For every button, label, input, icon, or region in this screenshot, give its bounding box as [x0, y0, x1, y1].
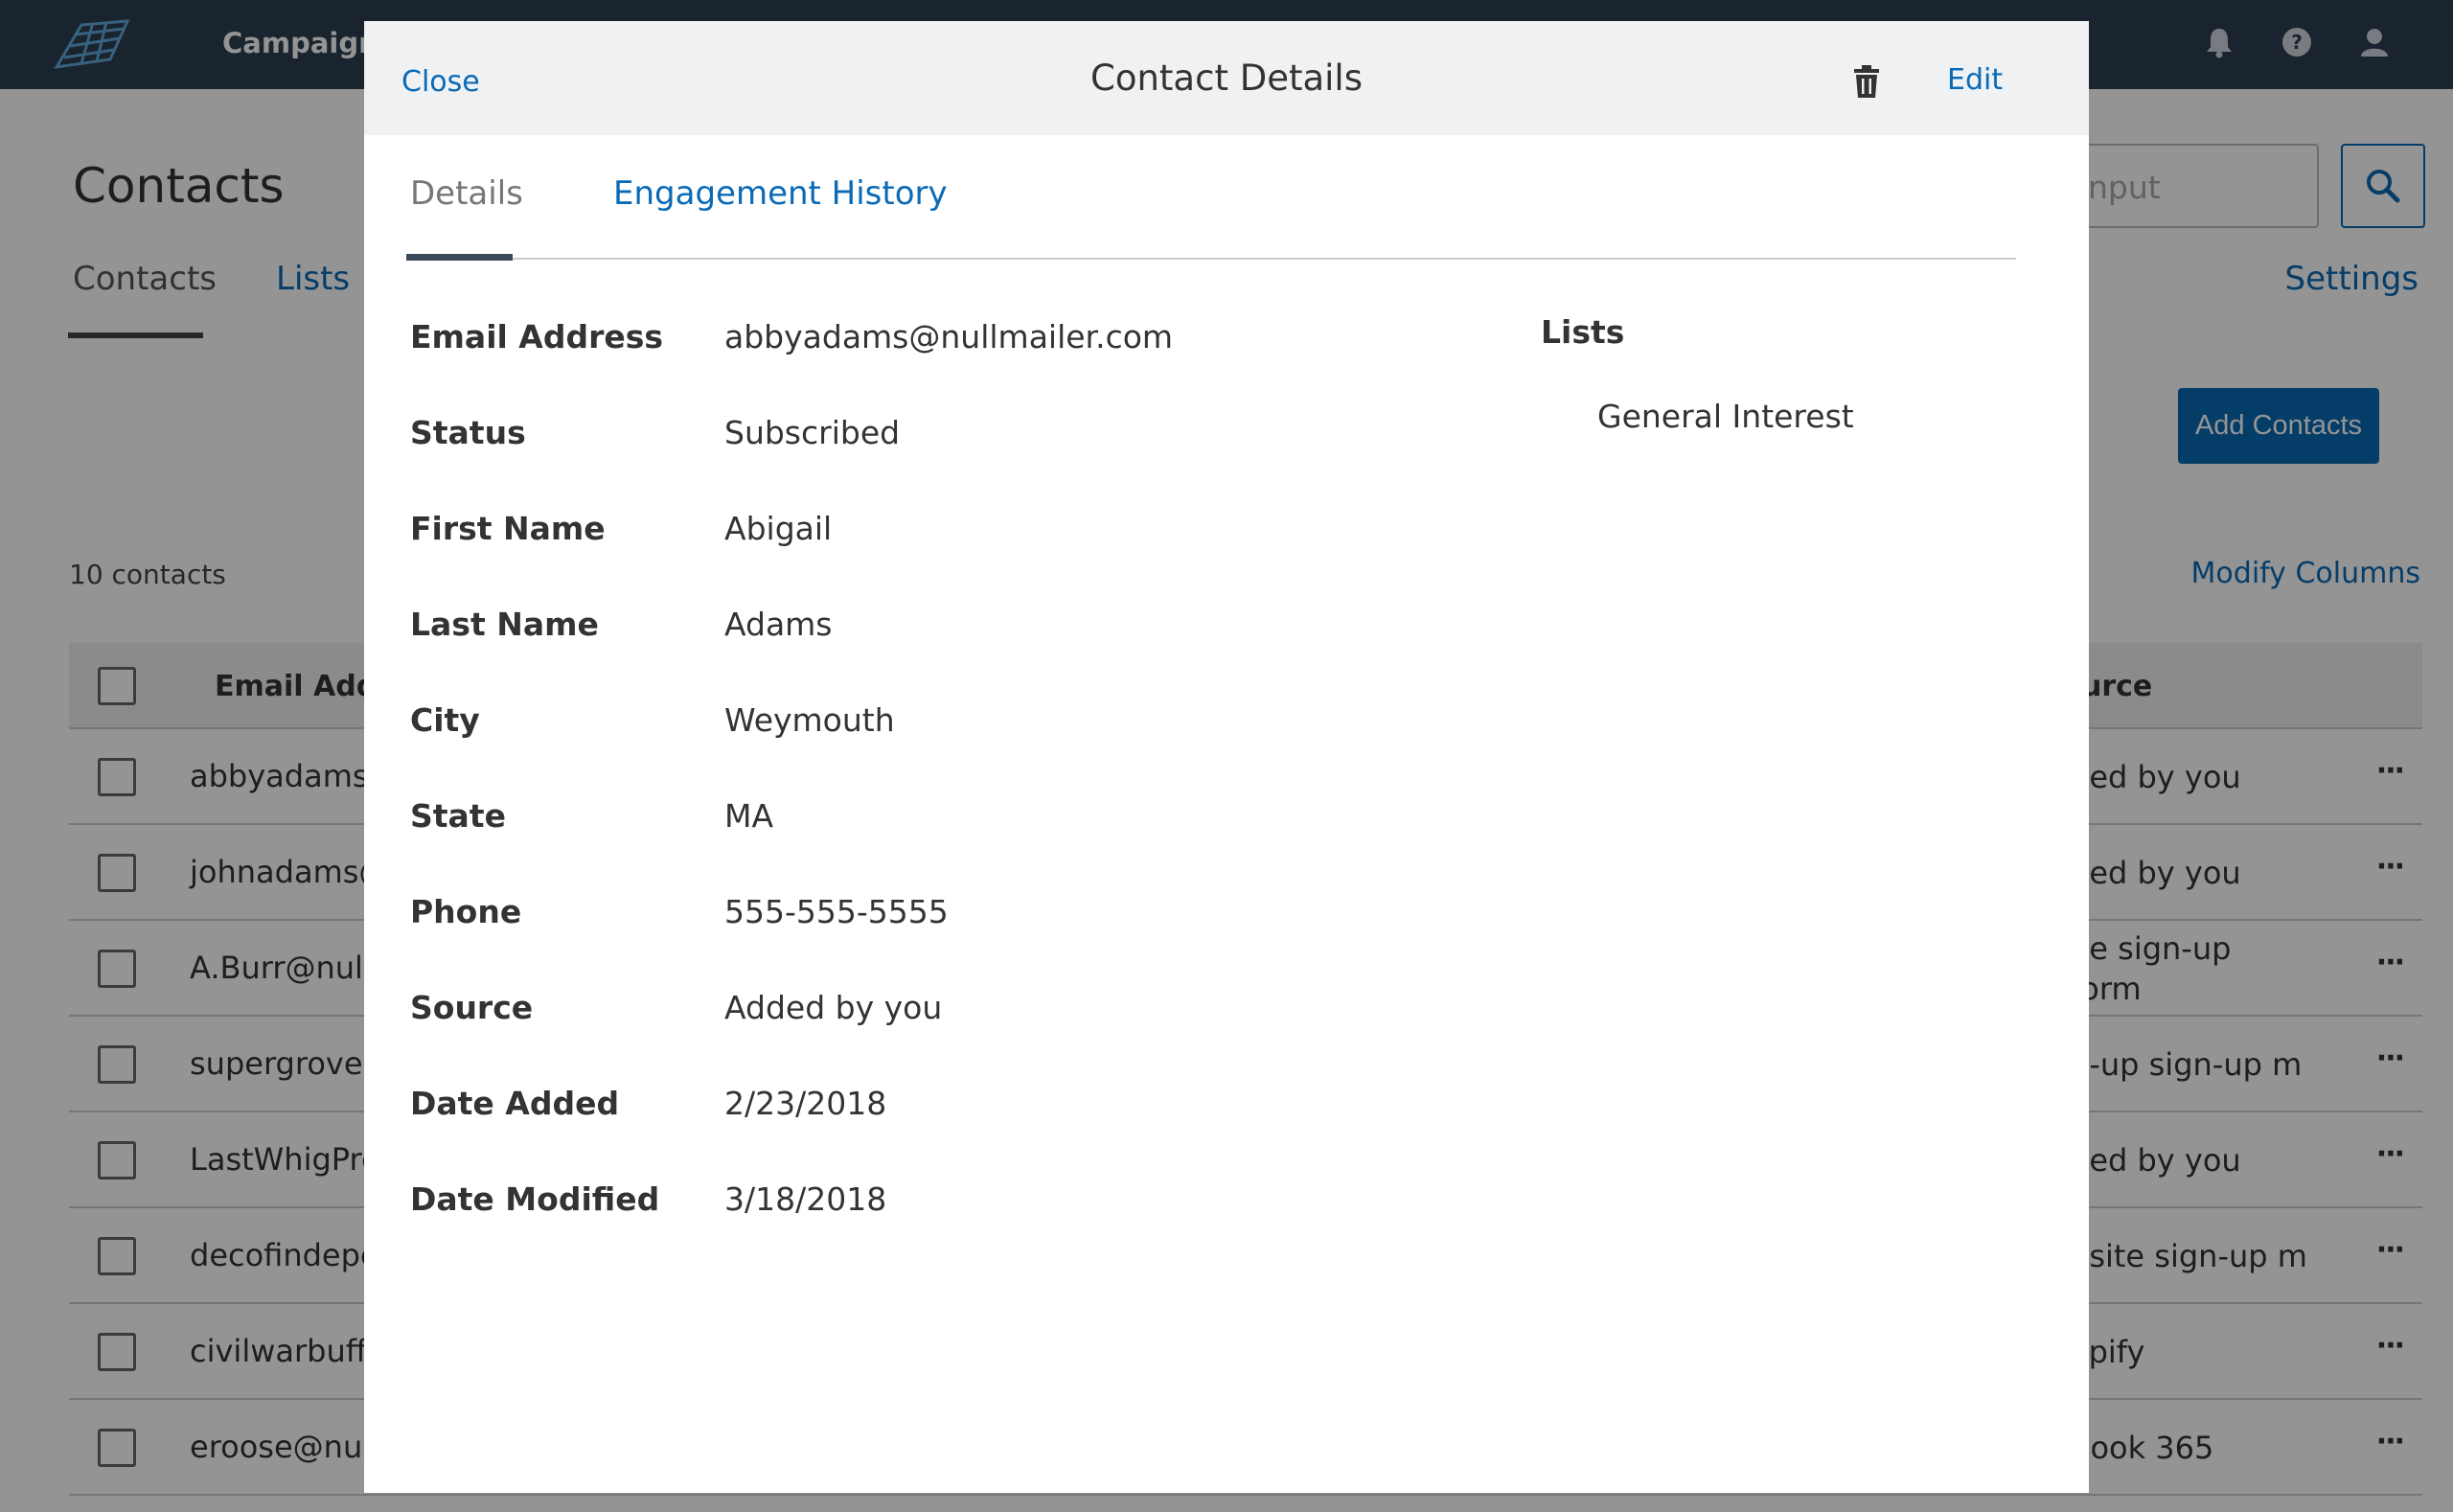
field-first-name: First Name Abigail — [410, 510, 1368, 558]
field-value: abbyadams@nullmailer.com — [724, 318, 1174, 355]
field-value: 3/18/2018 — [724, 1180, 887, 1218]
lists-heading: Lists — [1541, 313, 1625, 351]
field-value: 555-555-5555 — [724, 893, 949, 930]
field-label: Phone — [410, 893, 522, 930]
contact-details-modal: Close Contact Details Edit Details Engag… — [364, 21, 2089, 1493]
field-label: Status — [410, 414, 526, 451]
field-label: City — [410, 701, 480, 739]
field-label: Last Name — [410, 606, 599, 643]
edit-button[interactable]: Edit — [1947, 63, 2003, 97]
field-value: Adams — [724, 606, 833, 643]
modal-header: Close Contact Details Edit — [364, 21, 2089, 135]
field-date-modified: Date Modified 3/18/2018 — [410, 1180, 1368, 1228]
tab-engagement-history[interactable]: Engagement History — [613, 174, 948, 213]
field-source: Source Added by you — [410, 989, 1368, 1037]
tab-details[interactable]: Details — [410, 174, 523, 213]
field-email-address: Email Address abbyadams@nullmailer.com — [410, 318, 1368, 366]
active-tab-indicator — [406, 254, 513, 261]
list-item: General Interest — [1597, 398, 1854, 435]
field-value: 2/23/2018 — [724, 1085, 887, 1122]
field-label: Date Modified — [410, 1180, 660, 1218]
field-value: Weymouth — [724, 701, 895, 739]
field-city: City Weymouth — [410, 701, 1368, 749]
field-state: State MA — [410, 797, 1368, 845]
field-label: Email Address — [410, 318, 664, 355]
field-label: State — [410, 797, 506, 835]
field-phone: Phone 555-555-5555 — [410, 893, 1368, 941]
field-date-added: Date Added 2/23/2018 — [410, 1085, 1368, 1133]
field-label: First Name — [410, 510, 606, 547]
tab-divider — [406, 258, 2016, 260]
delete-button[interactable] — [1851, 63, 1882, 100]
field-status: Status Subscribed — [410, 414, 1368, 462]
field-value: Subscribed — [724, 414, 901, 451]
field-value: Added by you — [724, 989, 943, 1026]
field-label: Source — [410, 989, 534, 1026]
modal-title: Contact Details — [1090, 57, 1363, 99]
field-label: Date Added — [410, 1085, 620, 1122]
field-value: Abigail — [724, 510, 833, 547]
field-last-name: Last Name Adams — [410, 606, 1368, 653]
field-value: MA — [724, 797, 774, 835]
trash-icon — [1854, 65, 1879, 98]
